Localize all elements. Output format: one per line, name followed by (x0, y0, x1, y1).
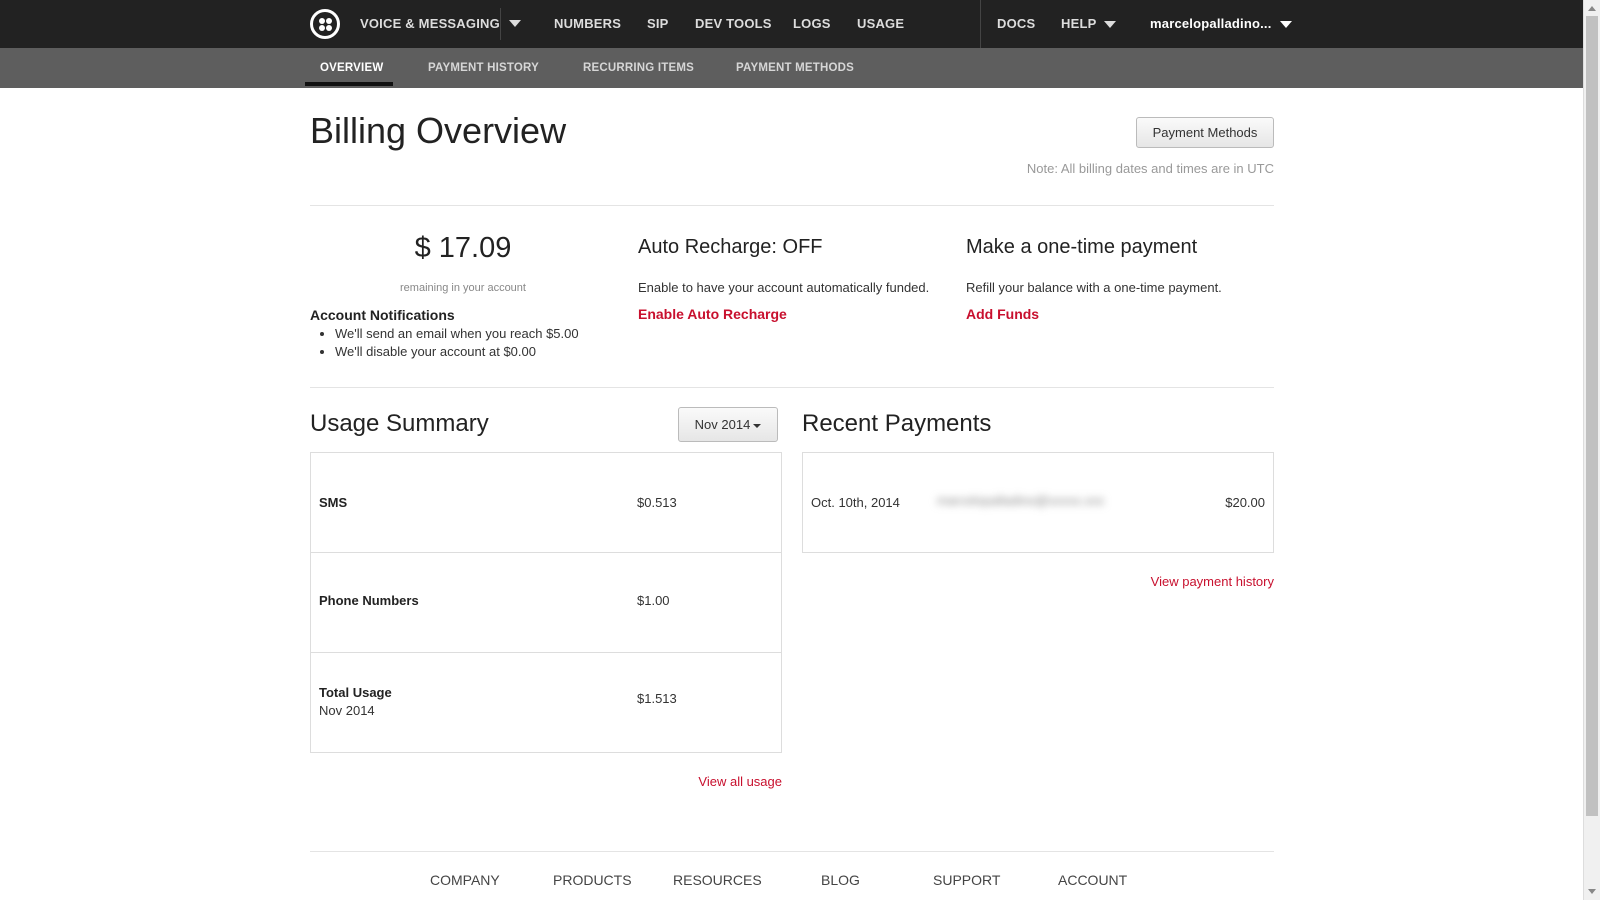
nav-help[interactable]: HELP (1061, 0, 1117, 48)
nav-divider (500, 8, 501, 40)
account-notifications-title: Account Notifications (310, 307, 455, 323)
usage-label: Total Usage (319, 685, 392, 700)
notification-item: We'll disable your account at $0.00 (335, 343, 579, 361)
tab-recurring-items[interactable]: RECURRING ITEMS (583, 48, 694, 88)
usage-summary-title: Usage Summary (310, 410, 489, 437)
footer-products-link[interactable]: PRODUCTS (553, 872, 632, 888)
table-row: SMS $0.513 (311, 453, 781, 553)
auto-recharge-text: Enable to have your account automaticall… (638, 280, 930, 295)
one-time-payment-text: Refill your balance with a one-time paym… (966, 280, 1222, 295)
nav-docs[interactable]: DOCS (997, 0, 1035, 48)
table-row: Phone Numbers $1.00 (311, 553, 781, 653)
top-navigation-bar: VOICE & MESSAGING NUMBERS SIP DEV TOOLS … (0, 0, 1583, 48)
month-select-value: Nov 2014 (694, 417, 751, 432)
utc-note: Note: All billing dates and times are in… (1026, 161, 1274, 176)
one-time-payment-title: Make a one-time payment (966, 236, 1198, 258)
user-name: marcelopalladino... (1150, 16, 1272, 31)
footer-resources-link[interactable]: RESOURCES (673, 872, 762, 888)
account-balance: $ 17.09 (414, 232, 512, 264)
table-row: Total Usage Nov 2014 $1.513 (311, 653, 781, 753)
usage-value: $1.513 (637, 691, 677, 706)
add-funds-link[interactable]: Add Funds (966, 306, 1039, 322)
nav-numbers[interactable]: NUMBERS (554, 0, 621, 48)
payment-amount: $20.00 (1225, 495, 1265, 510)
balance-caption: remaining in your account (400, 282, 526, 294)
payment-email-blurred: marcelopalladino@xxxxx.xxx (937, 493, 1105, 508)
chevron-down-icon (1104, 21, 1117, 29)
footer-blog-link[interactable]: BLOG (821, 872, 860, 888)
nav-divider (980, 0, 981, 48)
footer-divider (310, 851, 1274, 852)
page-title: Billing Overview (310, 110, 567, 151)
billing-subnav: OVERVIEW PAYMENT HISTORY RECURRING ITEMS… (0, 48, 1583, 88)
recent-payments-title: Recent Payments (802, 410, 992, 437)
payment-date: Oct. 10th, 2014 (811, 495, 900, 510)
view-payment-history-link[interactable]: View payment history (1151, 574, 1274, 589)
tab-payment-methods[interactable]: PAYMENT METHODS (736, 48, 854, 88)
nav-voice-messaging[interactable]: VOICE & MESSAGING (360, 0, 500, 48)
usage-period: Nov 2014 (319, 703, 375, 718)
twilio-logo-icon[interactable] (310, 9, 340, 39)
usage-label: Phone Numbers (319, 593, 419, 608)
tab-payment-history[interactable]: PAYMENT HISTORY (428, 48, 539, 88)
nav-usage[interactable]: USAGE (857, 0, 904, 48)
scroll-up-arrow-icon[interactable] (1588, 6, 1596, 11)
nav-sip[interactable]: SIP (647, 0, 669, 48)
active-tab-indicator (305, 82, 393, 86)
product-dropdown-caret-icon[interactable] (509, 20, 521, 27)
divider (310, 387, 1274, 388)
divider (310, 205, 1274, 206)
usage-value: $0.513 (637, 495, 677, 510)
footer-account-link[interactable]: ACCOUNT (1058, 872, 1127, 888)
user-menu[interactable]: marcelopalladino... (1150, 0, 1292, 48)
nav-help-label: HELP (1061, 16, 1097, 31)
view-all-usage-link[interactable]: View all usage (698, 774, 782, 789)
auto-recharge-title: Auto Recharge: OFF (638, 236, 823, 258)
nav-dev-tools[interactable]: DEV TOOLS (695, 0, 772, 48)
nav-logs[interactable]: LOGS (793, 0, 831, 48)
usage-value: $1.00 (637, 593, 670, 608)
enable-auto-recharge-link[interactable]: Enable Auto Recharge (638, 306, 787, 322)
footer-company-link[interactable]: COMPANY (430, 872, 500, 888)
notification-list: We'll send an email when you reach $5.00… (335, 325, 579, 361)
footer-support-link[interactable]: SUPPORT (933, 872, 1000, 888)
usage-table: SMS $0.513 Phone Numbers $1.00 Total Usa… (310, 452, 782, 753)
payments-table: Oct. 10th, 2014 marcelopalladino@xxxxx.x… (802, 452, 1274, 553)
notification-item: We'll send an email when you reach $5.00 (335, 325, 579, 343)
chevron-down-icon (1279, 21, 1292, 29)
vertical-scrollbar[interactable] (1583, 0, 1600, 900)
payment-methods-button[interactable]: Payment Methods (1136, 117, 1274, 148)
scroll-down-arrow-icon[interactable] (1588, 889, 1596, 894)
scrollbar-thumb[interactable] (1586, 16, 1598, 816)
usage-label: SMS (319, 495, 348, 510)
month-select[interactable]: Nov 2014 (678, 407, 778, 442)
chevron-down-icon (753, 423, 762, 428)
